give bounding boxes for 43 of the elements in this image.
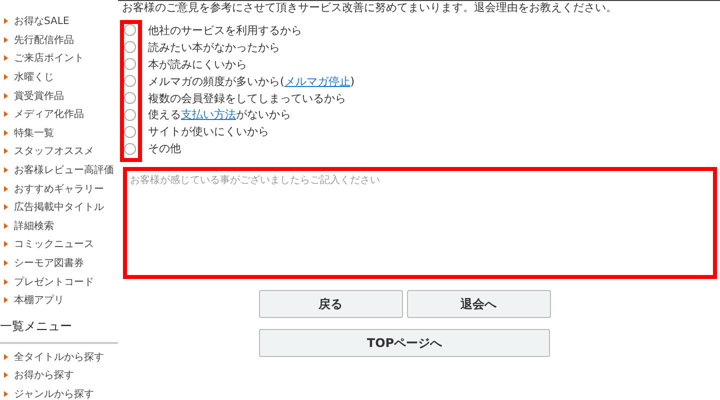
sidebar-link[interactable]: ジャンルから探す [0,384,118,400]
reason-label: 他社のサービスを利用するから [148,22,302,38]
nav-button[interactable]: 戻る [258,290,402,318]
section-heading: 一覧メニュー [0,310,118,344]
sidebar-link[interactable]: コミックニュース [0,235,118,254]
reason-label: メルマガの頻度が多いから(メルマガ停止) [148,74,355,89]
sidebar-link[interactable]: メディア化作品 [0,104,118,124]
radio-button[interactable] [124,41,136,54]
sidebar-link[interactable]: 詳細検索 [0,216,118,236]
intro-text: お客様のご意見を参考にさせて頂きサービス改善に努めてまいります。退会理由をお教えください。 [122,1,618,15]
top-page-button[interactable]: TOPページへ [259,329,550,358]
sidebar-link[interactable]: おすすめギャラリー [0,179,118,198]
radio-button[interactable] [124,142,136,155]
sidebar-link[interactable]: 特集一覧 [0,124,118,142]
reason-link[interactable]: 支払い方法 [181,108,236,122]
reason-label: 使える支払い方法がないから [148,107,291,122]
sidebar-link[interactable]: お得から探す [0,366,118,385]
radio-button[interactable] [124,75,136,88]
sidebar-link[interactable]: スタッフオススメ [0,142,118,161]
reason-link[interactable]: メルマガ停止 [284,74,350,88]
sidebar-link[interactable]: お客様レビュー高評価 [0,160,118,180]
sidebar-link[interactable]: 本棚アプリ [0,290,118,310]
radio-button[interactable] [124,92,136,104]
sidebar-link[interactable]: シーモア図書券 [0,254,118,272]
radio-button[interactable] [124,58,136,70]
sidebar-link[interactable]: 全タイトルから探す [0,348,118,366]
sidebar-link[interactable]: ご来店ポイント [0,49,118,68]
reason-label: サイトが使いにくいから [148,124,269,140]
sidebar-link[interactable]: プレゼントコード [0,272,118,291]
sidebar-link[interactable]: 水曜くじ [0,68,118,86]
sidebar-link[interactable]: お得なSALE [0,12,118,31]
radio-button[interactable] [124,126,136,138]
reason-label: その他 [148,141,181,156]
reason-label: 複数の会員登録をしてしまっているから [148,90,346,106]
sidebar-link[interactable]: 先行配信作品 [0,30,118,50]
radio-button[interactable] [124,24,136,36]
reason-label: 読みたい本がなかったから [148,40,280,55]
sidebar-link[interactable]: 広告掲載中タイトル [0,198,118,217]
sidebar-link[interactable]: 賞受賞作品 [0,86,118,105]
comment-field[interactable]: お客様が感じている事がございましたらご記入ください [123,167,717,280]
reason-label: 本が読みにくいから [148,56,247,72]
nav-button[interactable]: 退会へ [406,290,550,318]
radio-button[interactable] [124,108,136,121]
